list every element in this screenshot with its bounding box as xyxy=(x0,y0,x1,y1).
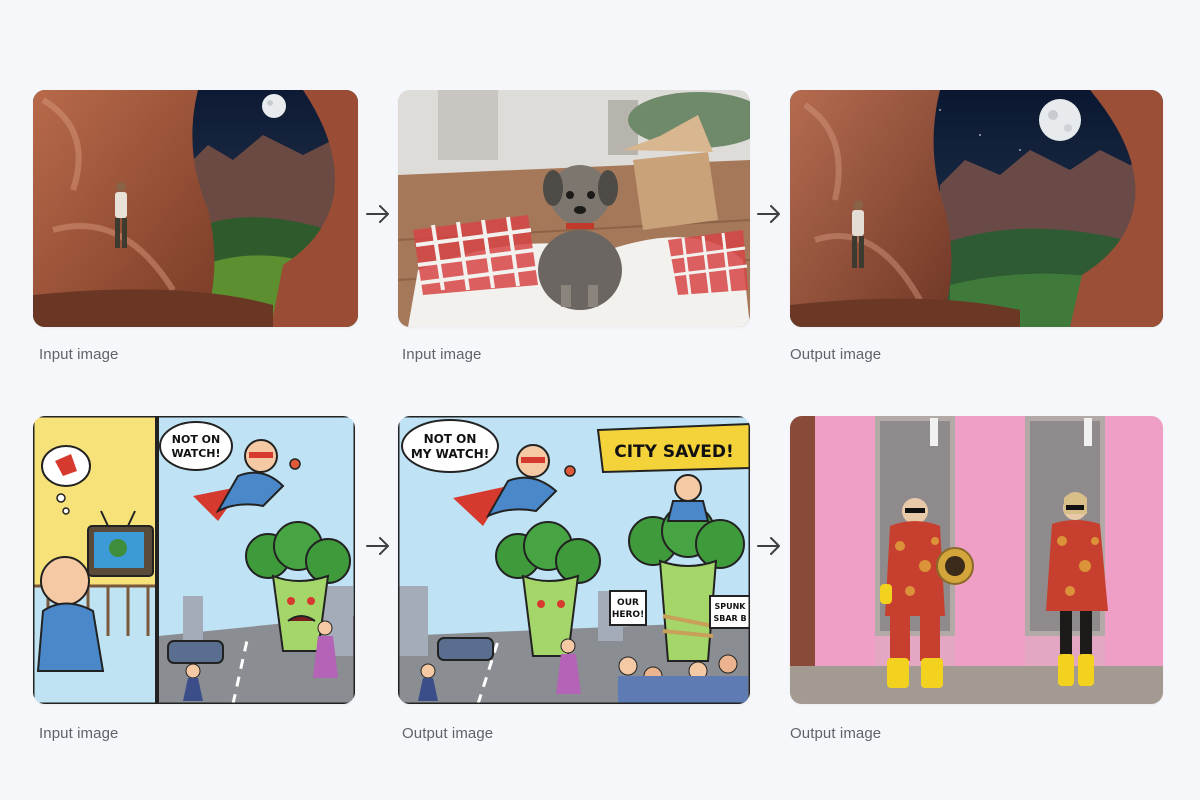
arrow-right-icon xyxy=(756,533,782,559)
caption-output-1: Output image xyxy=(790,346,882,363)
comic-input-image: NOT ON WATCH! xyxy=(33,416,355,704)
speech-bubble-1: NOT ON WATCH! xyxy=(159,421,233,471)
arrow-right-icon xyxy=(756,201,782,227)
canyon-cave-output-image xyxy=(790,90,1163,327)
caption-input-3: Input image xyxy=(39,725,119,742)
sign-our-hero: OUR HERO! xyxy=(609,590,647,626)
svg-text:MY WATCH!: MY WATCH! xyxy=(411,447,489,461)
caption-output-3: Output image xyxy=(790,725,882,742)
car xyxy=(167,640,224,664)
puppy-gift-input-image xyxy=(398,90,750,327)
city-saved-banner: CITY SAVED! xyxy=(596,422,750,474)
speech-bubble-2: NOT ON MY WATCH! xyxy=(401,419,499,473)
car xyxy=(437,637,494,661)
svg-text:WATCH!: WATCH! xyxy=(171,447,220,460)
svg-text:SPUNK: SPUNK xyxy=(714,602,746,611)
pink-storefront-output-image xyxy=(790,416,1163,704)
svg-text:OUR: OUR xyxy=(617,598,639,608)
arrow-right-icon xyxy=(365,533,391,559)
comic-output-image: NOT ON MY WATCH! CITY SAVED! OUR HERO! S… xyxy=(398,416,750,704)
caption-input-2: Input image xyxy=(402,346,482,363)
svg-text:NOT ON: NOT ON xyxy=(424,432,477,446)
caption-output-2: Output image xyxy=(402,725,494,742)
svg-text:SBAR B: SBAR B xyxy=(713,614,746,623)
caption-input-1: Input image xyxy=(39,346,119,363)
arrow-right-icon xyxy=(365,201,391,227)
sign-spunk: SPUNK SBAR B xyxy=(709,595,750,629)
svg-text:CITY SAVED!: CITY SAVED! xyxy=(614,442,734,462)
svg-text:HERO!: HERO! xyxy=(612,610,644,620)
canyon-cave-input-image xyxy=(33,90,358,327)
svg-text:NOT ON: NOT ON xyxy=(172,433,220,446)
